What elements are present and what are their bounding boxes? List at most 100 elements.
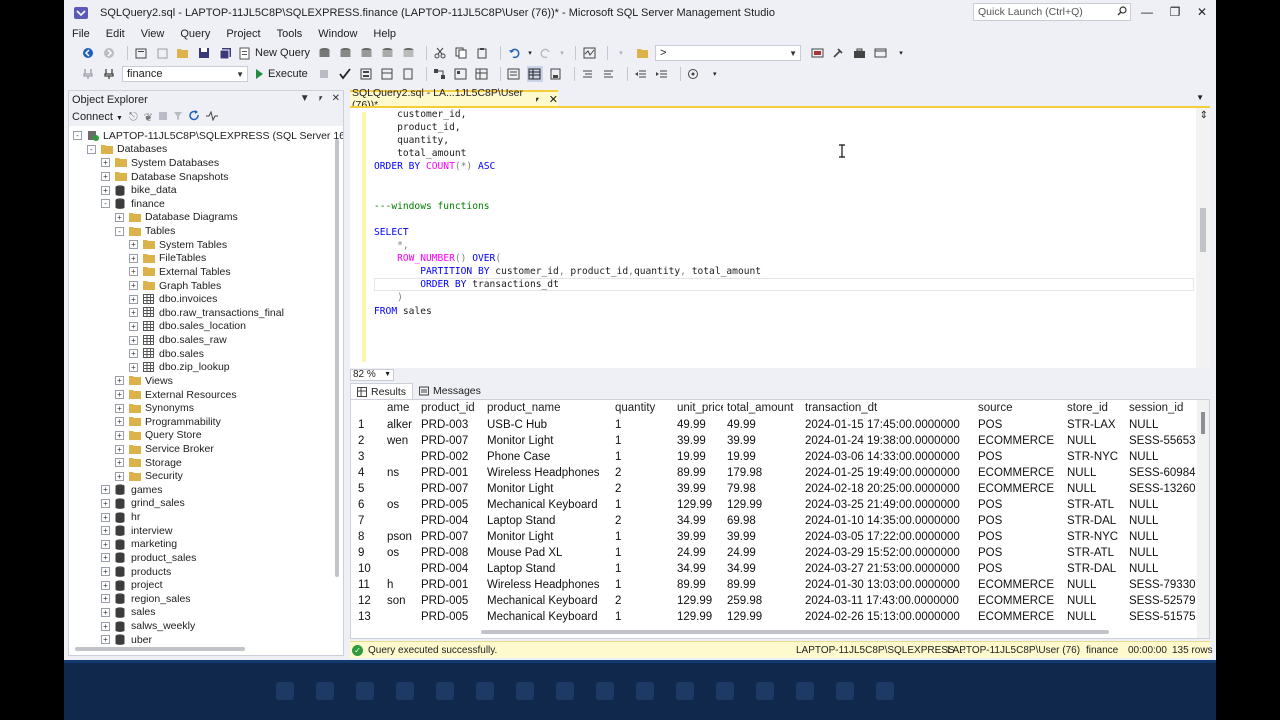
expand-icon[interactable]: +: [101, 594, 110, 604]
cell-quantity[interactable]: 1: [613, 609, 673, 625]
cell-store-id[interactable]: STR-DAL: [1065, 513, 1125, 529]
taskbar-app-icon[interactable]: [716, 682, 734, 700]
expand-icon[interactable]: +: [115, 430, 124, 440]
cell-session-id[interactable]: NULL: [1127, 545, 1207, 561]
menu-query[interactable]: Query: [180, 28, 210, 40]
stop-icon[interactable]: [158, 111, 167, 123]
cell-quantity[interactable]: 1: [613, 529, 673, 545]
cell-product-id[interactable]: PRD-007: [419, 529, 483, 545]
include-actual-plan-icon[interactable]: [432, 66, 448, 82]
cell-product-name[interactable]: Monitor Light: [485, 433, 611, 449]
cell-quantity[interactable]: 1: [613, 433, 673, 449]
taskbar-app-icon[interactable]: [756, 682, 774, 700]
cell-total-amount[interactable]: 79.98: [725, 481, 801, 497]
cell-product-name[interactable]: Mechanical Keyboard: [485, 593, 611, 609]
toolbar-overflow-icon[interactable]: ▾: [893, 45, 909, 61]
taskbar-app-icon[interactable]: [516, 682, 534, 700]
expand-icon[interactable]: +: [129, 349, 138, 359]
cell-quantity[interactable]: 1: [613, 449, 673, 465]
column-header-unit-price[interactable]: unit_price: [675, 400, 723, 416]
tree-node[interactable]: + interview: [101, 524, 172, 538]
find-in-files-icon[interactable]: [634, 45, 650, 61]
cell-total-amount[interactable]: 39.99: [725, 529, 801, 545]
expand-icon[interactable]: +: [129, 335, 138, 345]
decrease-indent-icon[interactable]: [633, 66, 649, 82]
tree-node[interactable]: + Views: [115, 374, 173, 388]
taskbar-app-icon[interactable]: [436, 682, 454, 700]
expand-icon[interactable]: +: [115, 444, 124, 454]
databases-node[interactable]: - Databases: [87, 143, 167, 157]
db-engine-query-icon[interactable]: [316, 45, 332, 61]
cell-session-id[interactable]: SESS-13260: [1127, 481, 1207, 497]
query-designer-icon[interactable]: [379, 66, 395, 82]
expand-icon[interactable]: +: [115, 458, 124, 468]
cell-total-amount[interactable]: 129.99: [725, 609, 801, 625]
cell-source[interactable]: POS: [976, 545, 1063, 561]
column-header-product-name[interactable]: product_name: [485, 400, 611, 416]
cell-name[interactable]: os: [385, 545, 419, 561]
cell-session-id[interactable]: SESS-52579: [1127, 593, 1207, 609]
cell-quantity[interactable]: 1: [613, 561, 673, 577]
cell-unit-price[interactable]: 129.99: [675, 609, 723, 625]
tree-node[interactable]: + System Databases: [101, 156, 219, 170]
cell-transaction-dt[interactable]: 2024-02-26 15:13:00.0000000: [803, 609, 975, 625]
tree-node[interactable]: + External Tables: [129, 265, 231, 279]
cell-store-id[interactable]: NULL: [1065, 577, 1125, 593]
forward-icon[interactable]: [101, 45, 117, 61]
row-header[interactable]: 5: [351, 481, 385, 497]
cell-unit-price[interactable]: 129.99: [675, 593, 723, 609]
tree-node[interactable]: + marketing: [101, 538, 177, 552]
taskbar-app-icon[interactable]: [876, 682, 894, 700]
cell-total-amount[interactable]: 19.99: [725, 449, 801, 465]
tree-node[interactable]: + External Resources: [115, 388, 237, 402]
paste-icon[interactable]: [474, 45, 490, 61]
results-to-grid-icon[interactable]: [526, 66, 543, 82]
taskbar-app-icon[interactable]: [356, 682, 374, 700]
cell-unit-price[interactable]: 34.99: [675, 513, 723, 529]
column-header-product-id[interactable]: product_id: [419, 400, 483, 416]
expand-icon[interactable]: +: [101, 621, 110, 631]
back-icon[interactable]: [80, 45, 96, 61]
cell-session-id[interactable]: NULL: [1127, 561, 1207, 577]
expand-icon[interactable]: +: [101, 172, 110, 182]
cell-session-id[interactable]: NULL: [1127, 497, 1207, 513]
cell-product-name[interactable]: Monitor Light: [485, 529, 611, 545]
results-to-file-icon[interactable]: [548, 66, 564, 82]
results-scrollbar[interactable]: [1197, 400, 1209, 638]
activity-icon[interactable]: [205, 110, 218, 124]
editor-hscrollbar[interactable]: [410, 372, 1190, 377]
tab-results[interactable]: Results: [350, 383, 414, 399]
column-header-store-id[interactable]: store_id: [1065, 400, 1125, 416]
menu-window[interactable]: Window: [318, 28, 357, 40]
tab-sqlquery2[interactable]: SQLQuery2.sql - LA...1JL5C8P\User (76))*…: [350, 87, 558, 111]
cell-product-name[interactable]: Wireless Headphones: [485, 465, 611, 481]
taskbar-app-icon[interactable]: [796, 682, 814, 700]
pin-icon[interactable]: ⎖: [317, 93, 325, 104]
cell-product-name[interactable]: USB-C Hub: [485, 417, 611, 433]
cell-session-id[interactable]: SESS-79330: [1127, 577, 1207, 593]
cell-source[interactable]: ECOMMERCE: [976, 465, 1063, 481]
tree-node[interactable]: + dbo.invoices: [129, 292, 217, 306]
cell-name[interactable]: ns: [385, 465, 419, 481]
cell-product-id[interactable]: PRD-005: [419, 593, 483, 609]
expand-icon[interactable]: +: [101, 607, 110, 617]
cell-product-id[interactable]: PRD-005: [419, 497, 483, 513]
new-query-button[interactable]: New Query: [238, 47, 310, 60]
properties-icon[interactable]: [830, 45, 846, 61]
close-window-button[interactable]: ✕: [1192, 4, 1212, 20]
cell-source[interactable]: ECOMMERCE: [976, 577, 1063, 593]
cell-product-id[interactable]: PRD-004: [419, 513, 483, 529]
cell-unit-price[interactable]: 39.99: [675, 529, 723, 545]
cell-product-name[interactable]: Mechanical Keyboard: [485, 609, 611, 625]
cell-store-id[interactable]: STR-NYC: [1065, 529, 1125, 545]
display-estimated-plan-icon[interactable]: [358, 66, 374, 82]
zoom-combo[interactable]: 82 % ▼: [350, 368, 394, 381]
menu-tools[interactable]: Tools: [277, 28, 303, 40]
collapse-icon[interactable]: -: [73, 131, 82, 141]
cell-unit-price[interactable]: 89.99: [675, 465, 723, 481]
cell-product-id[interactable]: PRD-002: [419, 449, 483, 465]
cell-quantity[interactable]: 1: [613, 545, 673, 561]
cell-product-name[interactable]: Laptop Stand: [485, 513, 611, 529]
increase-indent-icon[interactable]: [654, 66, 670, 82]
row-header[interactable]: 1: [351, 417, 385, 433]
